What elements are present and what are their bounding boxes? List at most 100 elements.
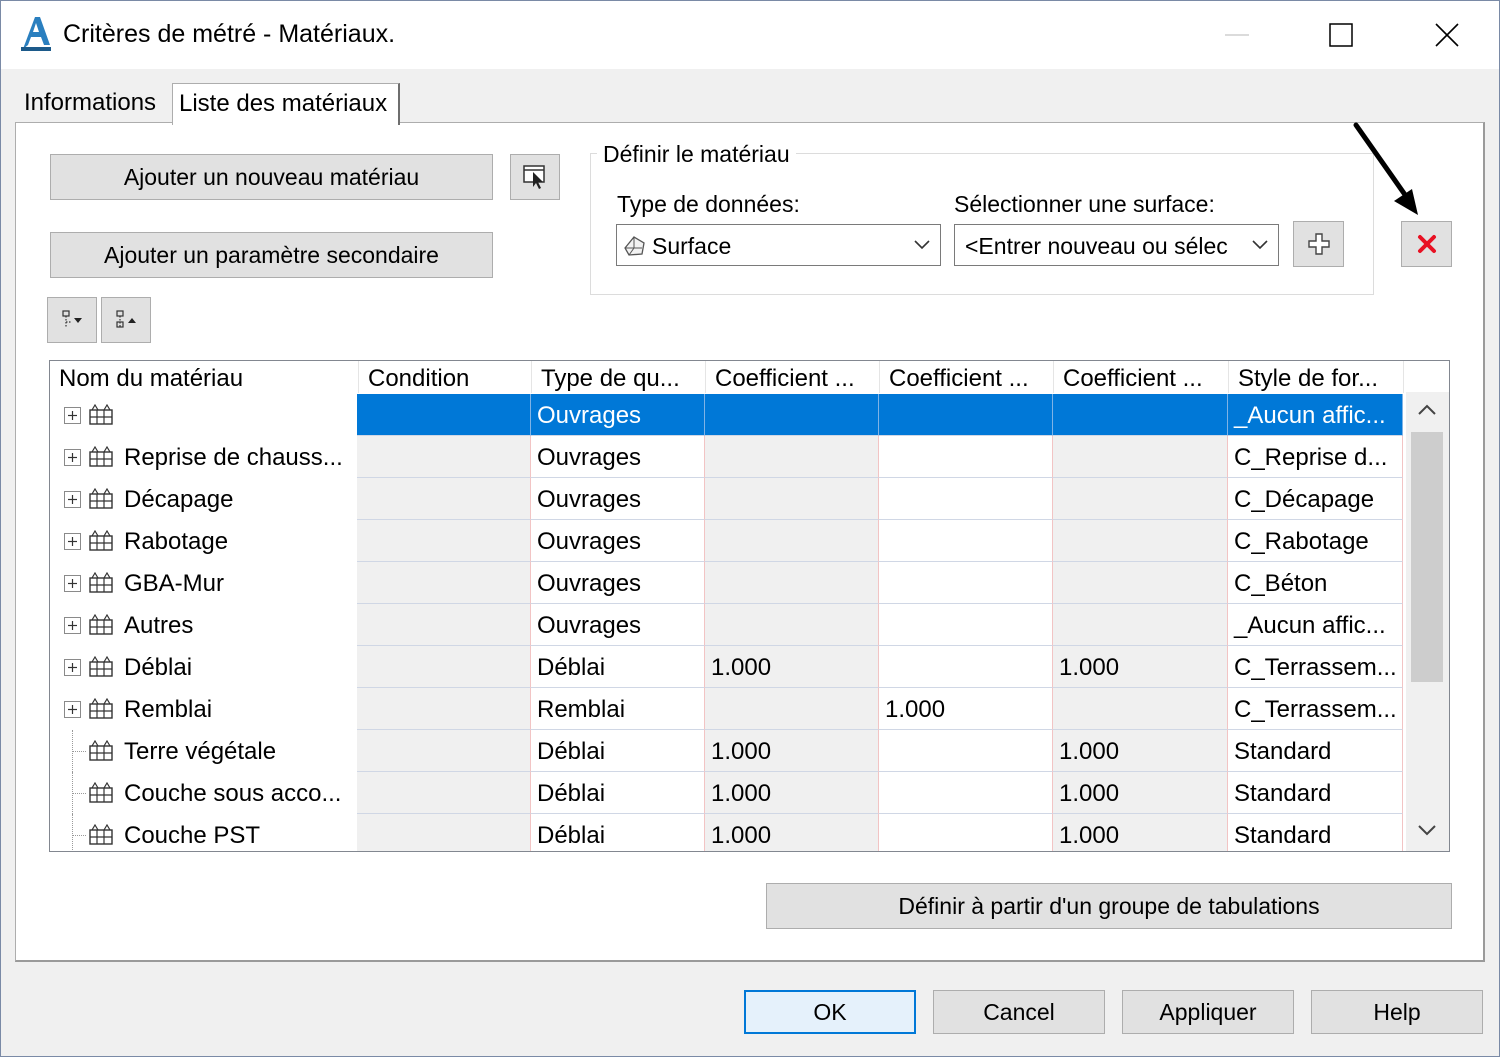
material-name[interactable]: GBA-Mur: [118, 562, 357, 604]
cell-condition[interactable]: [357, 814, 531, 851]
expand-plus-icon[interactable]: [64, 575, 81, 592]
cell-name[interactable]: Couche sous acco...: [50, 772, 357, 814]
minimize-icon[interactable]: [1209, 11, 1265, 59]
cell-type[interactable]: Ouvrages: [531, 520, 705, 562]
column-header-condition[interactable]: Condition: [359, 361, 532, 393]
cell-name[interactable]: Décapage: [50, 478, 357, 520]
table-row[interactable]: Couche sous acco... Déblai 1.000 1.000 Stand…: [50, 772, 1406, 814]
cell-condition[interactable]: [357, 604, 531, 646]
add-secondary-parameter-button[interactable]: Ajouter un paramètre secondaire: [50, 232, 493, 278]
add-material-button[interactable]: Ajouter un nouveau matériau: [50, 154, 493, 200]
column-header-style[interactable]: Style de for...: [1229, 361, 1404, 393]
ok-button[interactable]: OK: [744, 990, 916, 1034]
collapse-tree-button[interactable]: [101, 297, 151, 343]
cell-coefficient-3[interactable]: 1.000: [1053, 730, 1228, 772]
cell-type[interactable]: Ouvrages: [531, 394, 705, 436]
material-name[interactable]: Couche totale: [118, 394, 357, 436]
cell-style[interactable]: C_Rabotage: [1228, 520, 1403, 562]
cell-type[interactable]: Remblai: [531, 688, 705, 730]
cell-coefficient-2[interactable]: 1.000: [879, 688, 1053, 730]
cell-name[interactable]: Couche PST: [50, 814, 357, 851]
cell-condition[interactable]: [357, 478, 531, 520]
cell-coefficient-1[interactable]: 1.000: [705, 814, 879, 851]
cell-style[interactable]: C_Terrassem...: [1228, 646, 1403, 688]
cell-coefficient-3[interactable]: [1053, 436, 1228, 478]
cell-name[interactable]: Reprise de chauss...: [50, 436, 357, 478]
cell-type[interactable]: Ouvrages: [531, 436, 705, 478]
table-row[interactable]: Terre végétale Déblai 1.000 1.000 Standard: [50, 730, 1406, 772]
cell-coefficient-2[interactable]: [879, 520, 1053, 562]
cell-name[interactable]: Autres: [50, 604, 357, 646]
close-icon[interactable]: [1419, 11, 1475, 59]
cell-style[interactable]: C_Terrassem...: [1228, 688, 1403, 730]
cell-coefficient-2[interactable]: [879, 478, 1053, 520]
cell-coefficient-2[interactable]: [879, 436, 1053, 478]
table-row[interactable]: GBA-Mur Ouvrages C_Béton: [50, 562, 1406, 604]
expand-plus-icon[interactable]: [64, 533, 81, 550]
cell-condition[interactable]: [357, 772, 531, 814]
expand-plus-icon[interactable]: [64, 659, 81, 676]
cell-condition[interactable]: [357, 562, 531, 604]
table-row[interactable]: Reprise de chauss... Ouvrages C_Reprise d.…: [50, 436, 1406, 478]
column-header-nom[interactable]: Nom du matériau: [50, 361, 359, 393]
cell-coefficient-2[interactable]: [879, 730, 1053, 772]
cell-name[interactable]: Couche totale: [50, 394, 357, 436]
cell-condition[interactable]: [357, 730, 531, 772]
expand-tree-button[interactable]: [47, 297, 97, 343]
material-name[interactable]: Remblai: [118, 688, 357, 730]
cell-style[interactable]: C_Reprise d...: [1228, 436, 1403, 478]
cell-coefficient-3[interactable]: 1.000: [1053, 772, 1228, 814]
tab-informations[interactable]: Informations: [18, 83, 170, 123]
cell-type[interactable]: Déblai: [531, 814, 705, 851]
table-row[interactable]: Couche totale Ouvrages _Aucun affic...: [50, 394, 1406, 436]
expand-plus-icon[interactable]: [64, 491, 81, 508]
cell-name[interactable]: Rabotage: [50, 520, 357, 562]
table-row[interactable]: Rabotage Ouvrages C_Rabotage: [50, 520, 1406, 562]
cell-coefficient-2[interactable]: [879, 604, 1053, 646]
cell-coefficient-1[interactable]: 1.000: [705, 730, 879, 772]
cell-style[interactable]: Standard: [1228, 772, 1403, 814]
select-surface-dropdown[interactable]: <Entrer nouveau ou sélec: [954, 224, 1279, 266]
column-header-type[interactable]: Type de qu...: [532, 361, 706, 393]
cell-coefficient-2[interactable]: [879, 562, 1053, 604]
cell-coefficient-3[interactable]: [1053, 478, 1228, 520]
material-name[interactable]: Rabotage: [118, 520, 357, 562]
cell-style[interactable]: Standard: [1228, 730, 1403, 772]
cell-style[interactable]: _Aucun affic...: [1228, 394, 1403, 436]
material-name[interactable]: Décapage: [118, 478, 357, 520]
cell-name[interactable]: Déblai: [50, 646, 357, 688]
add-surface-button[interactable]: [1293, 221, 1344, 267]
cell-coefficient-3[interactable]: [1053, 520, 1228, 562]
cell-coefficient-3[interactable]: 1.000: [1053, 814, 1228, 851]
cell-name[interactable]: Terre végétale: [50, 730, 357, 772]
cell-style[interactable]: Standard: [1228, 814, 1403, 851]
maximize-icon[interactable]: [1313, 11, 1369, 59]
cell-coefficient-1[interactable]: [705, 688, 879, 730]
column-header-coefficient-1[interactable]: Coefficient ...: [706, 361, 880, 393]
data-type-dropdown[interactable]: Surface: [616, 224, 941, 266]
cell-type[interactable]: Déblai: [531, 772, 705, 814]
cell-coefficient-1[interactable]: [705, 562, 879, 604]
expand-plus-icon[interactable]: [64, 407, 81, 424]
cell-type[interactable]: Déblai: [531, 730, 705, 772]
cell-coefficient-2[interactable]: [879, 394, 1053, 436]
material-name[interactable]: Couche sous acco...: [118, 772, 357, 814]
materials-grid[interactable]: Nom du matériau Condition Type de qu... …: [49, 360, 1450, 852]
cell-condition[interactable]: [357, 646, 531, 688]
expand-plus-icon[interactable]: [64, 449, 81, 466]
expand-plus-icon[interactable]: [64, 617, 81, 634]
define-from-group-button[interactable]: Définir à partir d'un groupe de tabulati…: [766, 883, 1452, 929]
delete-material-button[interactable]: [1401, 221, 1452, 267]
table-row[interactable]: Décapage Ouvrages C_Décapage: [50, 478, 1406, 520]
table-row[interactable]: Couche PST Déblai 1.000 1.000 Standard: [50, 814, 1406, 851]
cell-coefficient-1[interactable]: 1.000: [705, 646, 879, 688]
cell-coefficient-2[interactable]: [879, 646, 1053, 688]
cell-coefficient-3[interactable]: [1053, 394, 1228, 436]
column-header-coefficient-2[interactable]: Coefficient ...: [880, 361, 1054, 393]
cell-name[interactable]: Remblai: [50, 688, 357, 730]
help-button[interactable]: Help: [1311, 990, 1483, 1034]
cell-coefficient-3[interactable]: [1053, 604, 1228, 646]
scrollbar-thumb[interactable]: [1411, 432, 1443, 682]
material-name[interactable]: Déblai: [118, 646, 357, 688]
vertical-scrollbar[interactable]: [1406, 392, 1449, 851]
